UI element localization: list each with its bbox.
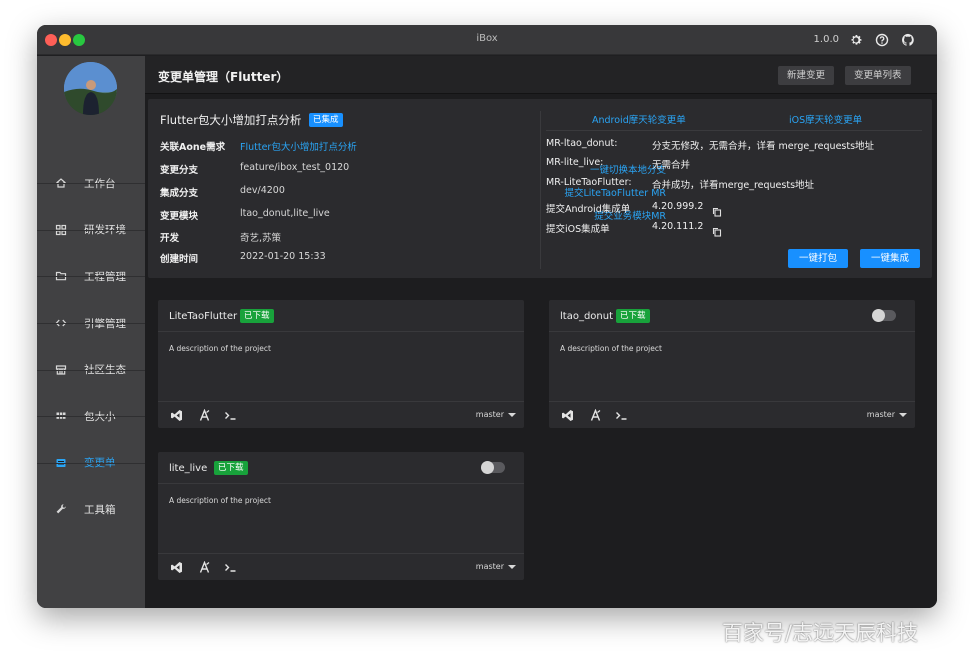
status-badge: 已集成 <box>309 113 343 127</box>
chevron-down-icon <box>899 412 907 417</box>
titlebar: iBox 1.0.0 <box>37 25 937 55</box>
vscode-icon[interactable] <box>561 409 574 422</box>
aone-link[interactable]: Flutter包大小增加打点分析 <box>240 139 357 153</box>
project-name: ltao_donut <box>560 311 614 322</box>
xcode-icon[interactable] <box>589 409 602 422</box>
window-title: iBox <box>476 33 498 44</box>
branch-label: master <box>866 410 895 419</box>
ios-change-link[interactable]: iOS摩天轮变更单 <box>789 112 862 126</box>
branch-label: master <box>475 410 504 419</box>
main-content: 变更单管理（Flutter） 新建变更 变更单列表 Flutter包大小增加打点… <box>145 56 937 608</box>
card-header: lite_live 已下载 <box>158 452 524 484</box>
card-footer: master <box>158 553 524 580</box>
mr-ltao-donut-link[interactable]: 分支无修改，无需合并，详看 merge_requests地址 <box>652 138 874 152</box>
change-list-button[interactable]: 变更单列表 <box>845 66 911 85</box>
terminal-icon[interactable] <box>615 409 628 422</box>
branch-label: master <box>475 562 504 571</box>
sidebar-divider <box>37 323 145 324</box>
developers-value: 奇艺,苏策 <box>240 233 282 244</box>
change-title: Flutter包大小增加打点分析 <box>160 113 302 127</box>
github-icon[interactable] <box>901 32 917 48</box>
project-card-lite-live: lite_live 已下载 A description of the proje… <box>158 452 524 580</box>
download-badge: 已下载 <box>616 309 650 323</box>
project-card-litetaoflutter: LiteTaoFlutter 已下载 A description of the … <box>158 300 524 428</box>
xcode-icon[interactable] <box>198 409 211 422</box>
app-version: 1.0.0 <box>813 34 839 45</box>
created-time-value: 2022-01-20 15:33 <box>240 251 326 262</box>
row-label-aone: 关联Aone需求 <box>160 142 226 153</box>
gear-icon[interactable] <box>849 32 865 48</box>
project-name: lite_live <box>169 463 208 474</box>
project-description: A description of the project <box>169 496 271 505</box>
project-toggle[interactable] <box>872 309 896 322</box>
card-footer: master <box>549 401 915 428</box>
mr-label-lite-live: MR-lite_live: <box>546 157 604 168</box>
sidebar-item-toolbox[interactable]: 工具箱 <box>37 486 145 533</box>
chevron-down-icon <box>508 412 516 417</box>
mr-litetaoflutter-link[interactable]: 合并成功，详看merge_requests地址 <box>652 177 814 191</box>
terminal-icon[interactable] <box>224 561 237 574</box>
sidebar-item-label: 工具箱 <box>84 503 116 516</box>
one-click-integrate-button[interactable]: 一键集成 <box>860 249 921 268</box>
submit-ios-integration-link[interactable]: 提交iOS集成单 <box>546 221 610 235</box>
xcode-icon[interactable] <box>198 561 211 574</box>
sidebar-divider <box>37 463 145 464</box>
vscode-icon[interactable] <box>170 409 183 422</box>
change-branch-value: feature/ibox_test_0120 <box>240 162 350 173</box>
row-label-integration-branch: 集成分支 <box>160 188 199 199</box>
new-change-button[interactable]: 新建变更 <box>778 66 835 85</box>
sidebar-divider <box>37 276 145 277</box>
mr-label-ltao-donut: MR-ltao_donut: <box>546 138 618 149</box>
help-icon[interactable] <box>875 32 891 48</box>
sidebar-divider <box>37 370 145 371</box>
panel-divider <box>540 111 541 269</box>
mr-lite-live-value: 无需合并 <box>652 160 691 171</box>
one-click-pack-button[interactable]: 一键打包 <box>788 249 849 268</box>
vscode-icon[interactable] <box>170 561 183 574</box>
platform-divider <box>546 130 922 131</box>
android-change-link[interactable]: Android摩天轮变更单 <box>592 112 686 126</box>
project-description: A description of the project <box>169 344 271 353</box>
card-footer: master <box>158 401 524 428</box>
integration-branch-value: dev/4200 <box>240 185 285 196</box>
copy-icon[interactable] <box>712 202 722 217</box>
project-card-ltao-donut: ltao_donut 已下载 A description of the proj… <box>549 300 915 428</box>
sidebar-divider <box>37 230 145 231</box>
app-window: iBox 1.0.0 工作台 研发环 <box>37 25 937 608</box>
project-toggle[interactable] <box>481 461 505 474</box>
branch-dropdown[interactable]: master <box>476 562 516 571</box>
ios-version-value: 4.20.111.2 <box>652 221 704 232</box>
project-description: A description of the project <box>560 344 662 353</box>
row-label-change-branch: 变更分支 <box>160 165 199 176</box>
change-info-panel: Flutter包大小增加打点分析 已集成 关联Aone需求 Flutter包大小… <box>148 99 932 278</box>
avatar[interactable] <box>64 62 117 115</box>
branch-dropdown[interactable]: master <box>476 410 516 419</box>
modules-value: ltao_donut,lite_live <box>240 208 330 219</box>
download-badge: 已下载 <box>240 309 274 323</box>
sidebar-divider <box>37 183 145 184</box>
row-label-modules: 变更模块 <box>160 211 199 222</box>
row-label-created: 创建时间 <box>160 254 199 265</box>
branch-dropdown[interactable]: master <box>867 410 907 419</box>
android-version-value: 4.20.999.2 <box>652 201 704 212</box>
card-header: LiteTaoFlutter 已下载 <box>158 300 524 332</box>
terminal-icon[interactable] <box>224 409 237 422</box>
watermark: 百家号/志远天辰科技 <box>722 621 919 645</box>
card-header: ltao_donut 已下载 <box>549 300 915 332</box>
mr-label-litetaoflutter: MR-LiteTaoFlutter: <box>546 177 632 188</box>
project-name: LiteTaoFlutter <box>169 311 238 322</box>
tools-icon <box>55 503 67 515</box>
copy-icon[interactable] <box>712 222 722 237</box>
row-label-developers: 开发 <box>160 233 180 244</box>
sidebar-divider <box>37 416 145 417</box>
page-title: 变更单管理（Flutter） <box>158 70 289 84</box>
chevron-down-icon <box>508 564 516 569</box>
sidebar-nav: 工作台 研发环境 工程管理 引擎管理 社区生态 包大小 <box>37 160 145 533</box>
sidebar: 工作台 研发环境 工程管理 引擎管理 社区生态 包大小 <box>37 56 145 608</box>
download-badge: 已下载 <box>214 461 248 475</box>
submit-android-integration-link[interactable]: 提交Android集成单 <box>546 201 630 215</box>
page-header: 变更单管理（Flutter） 新建变更 变更单列表 <box>145 56 937 94</box>
